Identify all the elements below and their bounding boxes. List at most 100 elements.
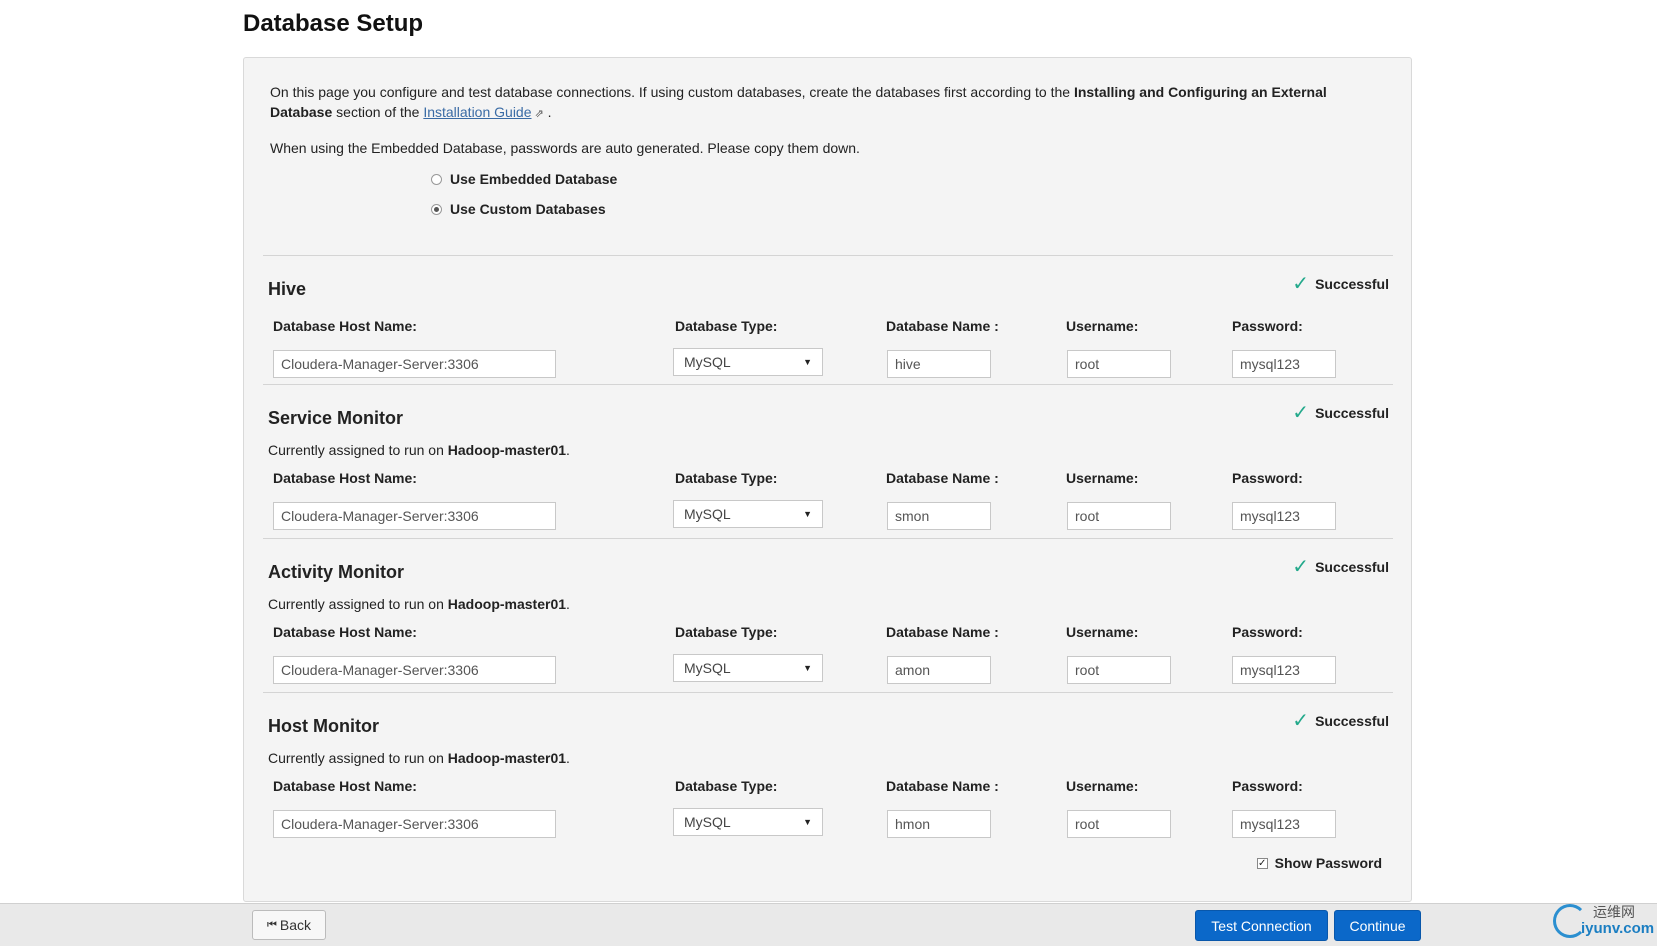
status-text: Successful: [1315, 713, 1389, 729]
assigned-host-name: Hadoop-master01: [447, 596, 567, 612]
dbname-input[interactable]: amon: [887, 656, 991, 684]
divider: [263, 692, 1393, 693]
dbname-input[interactable]: smon: [887, 502, 991, 530]
assigned-prefix: Currently assigned to run on: [268, 750, 448, 766]
watermark-en: iyunv.com: [1581, 920, 1655, 937]
select-value: MySQL: [684, 354, 731, 370]
password-input[interactable]: mysql123: [1232, 350, 1336, 378]
host-input[interactable]: Cloudera-Manager-Server:3306: [273, 656, 556, 684]
radio-label: Use Custom Databases: [450, 201, 606, 217]
password-label: Password:: [1232, 318, 1303, 334]
username-input[interactable]: root: [1067, 502, 1171, 530]
dbname-input[interactable]: hmon: [887, 810, 991, 838]
assigned-host-name: Hadoop-master01: [447, 750, 567, 766]
embedded-db-note: When using the Embedded Database, passwo…: [270, 140, 860, 156]
password-input[interactable]: mysql123: [1232, 810, 1336, 838]
type-label: Database Type:: [675, 318, 778, 334]
host-label: Database Host Name:: [273, 318, 417, 334]
test-connection-button[interactable]: Test Connection: [1195, 910, 1328, 941]
assigned-prefix: Currently assigned to run on: [268, 442, 448, 458]
watermark-cn: 运维网: [1593, 904, 1635, 920]
password-label: Password:: [1232, 778, 1303, 794]
host-input[interactable]: Cloudera-Manager-Server:3306: [273, 502, 556, 530]
dbname-label: Database Name :: [886, 624, 999, 640]
dropdown-caret-icon: ▼: [803, 663, 812, 673]
status-text: Successful: [1315, 559, 1389, 575]
dbname-label: Database Name :: [886, 778, 999, 794]
assigned-host-text: Currently assigned to run on Hadoop-mast…: [268, 442, 570, 458]
checkmark-icon: ✓: [1292, 710, 1310, 732]
show-password-label: Show Password: [1274, 855, 1382, 871]
host-label: Database Host Name:: [273, 624, 417, 640]
dbname-input[interactable]: hive: [887, 350, 991, 378]
dbname-label: Database Name :: [886, 318, 999, 334]
checkmark-icon: ✓: [1292, 556, 1310, 578]
back-arrow-icon: ⏮: [266, 918, 277, 931]
assigned-prefix: Currently assigned to run on: [268, 596, 448, 612]
installation-guide-link[interactable]: Installation Guide: [423, 104, 531, 120]
assigned-host-text: Currently assigned to run on Hadoop-mast…: [268, 750, 570, 766]
username-label: Username:: [1066, 470, 1139, 486]
radio-custom-db[interactable]: [431, 203, 442, 215]
show-password-checkbox[interactable]: ✓: [1256, 857, 1268, 869]
radio-embedded-db[interactable]: [431, 173, 442, 185]
section-title: Activity Monitor: [268, 562, 405, 582]
host-input[interactable]: Cloudera-Manager-Server:3306: [273, 810, 556, 838]
show-password-toggle[interactable]: ✓ Show Password: [1256, 855, 1382, 871]
select-value: MySQL: [684, 660, 731, 676]
dropdown-caret-icon: ▼: [803, 509, 812, 519]
host-input[interactable]: Cloudera-Manager-Server:3306: [273, 350, 556, 378]
type-label: Database Type:: [675, 624, 778, 640]
username-input[interactable]: root: [1067, 810, 1171, 838]
password-input[interactable]: mysql123: [1232, 656, 1336, 684]
type-label: Database Type:: [675, 778, 778, 794]
database-setup-panel: On this page you configure and test data…: [243, 57, 1412, 902]
database-type-select[interactable]: MySQL ▼: [673, 654, 823, 682]
username-label: Username:: [1066, 318, 1139, 334]
status-text: Successful: [1315, 276, 1389, 292]
section-title: Service Monitor: [268, 408, 404, 428]
external-link-icon: ⇗: [534, 108, 544, 120]
status-text: Successful: [1315, 405, 1389, 421]
username-input[interactable]: root: [1067, 656, 1171, 684]
page-title: Database Setup: [243, 10, 424, 37]
dbname-label: Database Name :: [886, 470, 999, 486]
divider: [263, 255, 1393, 256]
dropdown-caret-icon: ▼: [803, 357, 812, 367]
back-button[interactable]: ⏮ Back: [252, 910, 326, 940]
password-input[interactable]: mysql123: [1232, 502, 1336, 530]
radio-label: Use Embedded Database: [450, 171, 618, 187]
host-label: Database Host Name:: [273, 470, 417, 486]
select-value: MySQL: [684, 506, 731, 522]
intro-text-end: .: [543, 104, 552, 120]
section-host-monitor: Host Monitor ✓ Successful Currently assi…: [244, 711, 1411, 868]
status-badge: ✓ Successful: [1292, 556, 1389, 578]
divider: [263, 384, 1393, 385]
use-embedded-db-option[interactable]: Use Embedded Database: [431, 171, 617, 187]
assigned-host-text: Currently assigned to run on Hadoop-mast…: [268, 596, 570, 612]
assigned-host-name: Hadoop-master01: [447, 442, 567, 458]
database-type-select[interactable]: MySQL ▼: [673, 348, 823, 376]
continue-button[interactable]: Continue: [1334, 910, 1421, 941]
database-type-select[interactable]: MySQL ▼: [673, 808, 823, 836]
dropdown-caret-icon: ▼: [803, 817, 812, 827]
database-type-select[interactable]: MySQL ▼: [673, 500, 823, 528]
username-label: Username:: [1066, 778, 1139, 794]
use-custom-db-option[interactable]: Use Custom Databases: [431, 201, 606, 217]
section-title: Hive: [268, 279, 307, 299]
footer-bar: ⏮ Back Test Connection Continue 运维网 iyun…: [0, 903, 1657, 946]
username-label: Username:: [1066, 624, 1139, 640]
checkmark-icon: ✓: [1292, 273, 1310, 295]
type-label: Database Type:: [675, 470, 778, 486]
status-badge: ✓ Successful: [1292, 273, 1389, 295]
back-label: Back: [279, 917, 312, 933]
password-label: Password:: [1232, 470, 1303, 486]
section-title: Host Monitor: [268, 716, 379, 736]
password-label: Password:: [1232, 624, 1303, 640]
host-label: Database Host Name:: [273, 778, 417, 794]
username-input[interactable]: root: [1067, 350, 1171, 378]
intro-text: On this page you configure and test data…: [270, 84, 1074, 100]
checkmark-icon: ✓: [1292, 402, 1310, 424]
watermark-logo: 运维网 iyunv.com: [1551, 902, 1655, 942]
intro-paragraph: On this page you configure and test data…: [270, 82, 1380, 124]
